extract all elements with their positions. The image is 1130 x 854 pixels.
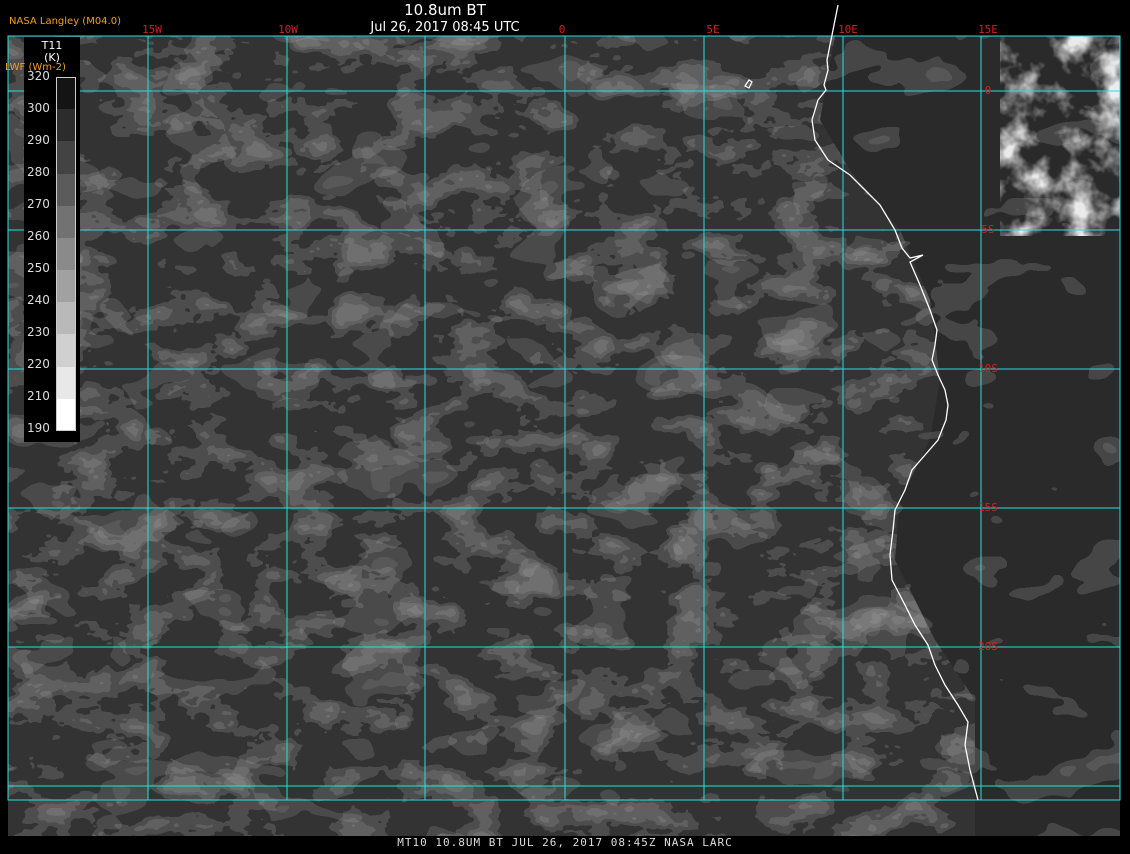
- satellite-image: [8, 36, 1120, 836]
- map-timestamp: Jul 26, 2017 08:45 UTC: [370, 20, 520, 35]
- legend-tick-label: 250: [27, 261, 50, 275]
- footer-caption: MT10 10.8UM BT JUL 26, 2017 08:45Z NASA …: [397, 836, 733, 849]
- map-title: 10.8um BT: [404, 1, 486, 19]
- legend-title: T11 (K): [41, 39, 63, 64]
- latitude-label: 15S: [978, 501, 998, 514]
- legend-tick-label: 220: [27, 357, 50, 371]
- legend-tick-label: 300: [27, 101, 50, 115]
- credit-label: NASA Langley (M04.0): [9, 16, 121, 27]
- latitude-label: 5S: [981, 223, 994, 236]
- latitude-label: 20S: [978, 640, 998, 653]
- legend-frame: [56, 77, 76, 431]
- satellite-map[interactable]: 15W 10W 0 5E 10E 15E05S10S15S20S: [0, 0, 1130, 850]
- legend-tick-label: 280: [27, 165, 50, 179]
- legend-tick-label: 270: [27, 197, 50, 211]
- temperature-legend: T11 (K) 320 300 290 280 270 260 250 240 230 220 21…: [24, 37, 80, 442]
- legend-tick-label: 240: [27, 293, 50, 307]
- latitude-label: 0: [985, 84, 992, 97]
- legend-tick-label: 260: [27, 229, 50, 243]
- lwf-overlay-label: LWF (Wm-2): [5, 62, 66, 73]
- longitude-label: 15E: [978, 23, 998, 36]
- legend-tick-label: 290: [27, 133, 50, 147]
- legend-tick-label: 230: [27, 325, 50, 339]
- latitude-label: 10S: [978, 362, 998, 375]
- legend-tick-label: 210: [27, 389, 50, 403]
- map-viewer: 15W 10W 0 5E 10E 15E 0 5S 10S 15S 20S 10.8um BT Ju…: [0, 0, 1130, 850]
- legend-tick-label: 190: [27, 421, 50, 435]
